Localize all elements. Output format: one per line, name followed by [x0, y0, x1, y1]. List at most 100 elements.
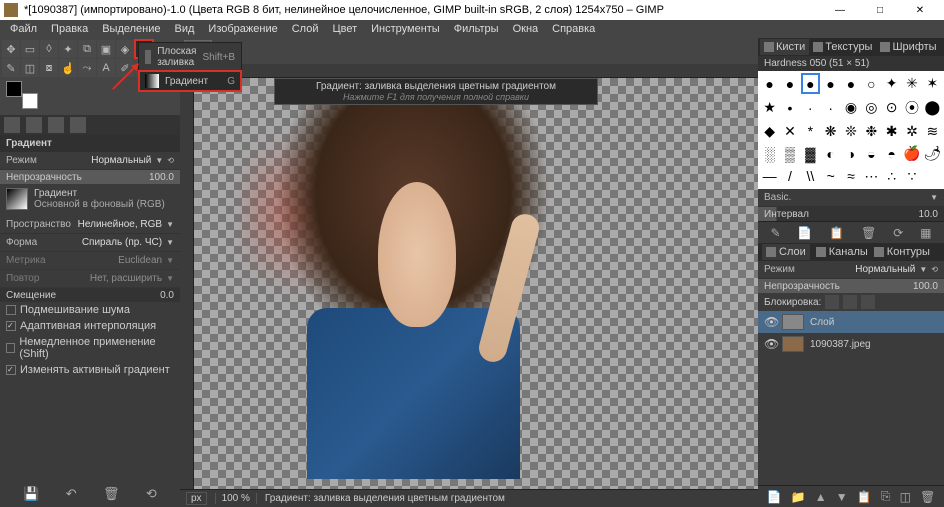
tab-paths[interactable]: Контуры — [874, 246, 930, 258]
lock-alpha-icon[interactable] — [861, 295, 875, 309]
layer-opacity-slider[interactable]: Непрозрачность 100.0 — [758, 279, 944, 293]
brush-item[interactable]: ∙ — [801, 95, 820, 119]
edit-brush-icon[interactable]: ✎ — [770, 226, 780, 240]
tool-move[interactable]: ✥ — [2, 40, 20, 58]
tool-crop[interactable]: ⧉ — [78, 40, 96, 58]
brush-item[interactable]: ✱ — [882, 121, 901, 142]
brush-item[interactable]: \\ — [801, 166, 820, 187]
layer-row[interactable]: 👁 Слой — [758, 311, 944, 333]
layer-mode-row[interactable]: Режим Нормальный ▼ ⟲ — [758, 261, 944, 279]
close-button[interactable]: ✕ — [900, 0, 940, 20]
tool-smudge[interactable]: ☝ — [59, 59, 77, 77]
brush-item[interactable]: ● — [780, 73, 799, 94]
tab-device-status[interactable] — [26, 117, 42, 133]
lower-layer-icon[interactable]: ▼ — [836, 490, 848, 504]
menu-select[interactable]: Выделение — [96, 21, 166, 37]
opacity-slider[interactable]: Непрозрачность 100.0 — [0, 170, 180, 184]
brush-item[interactable]: ⬤ — [923, 95, 942, 119]
brush-item[interactable]: 🌶 — [923, 143, 942, 164]
visibility-icon[interactable]: 👁 — [764, 315, 776, 329]
brush-item[interactable]: ✳ — [902, 73, 921, 94]
delete-brush-icon[interactable]: 🗑 — [861, 226, 876, 240]
duplicate-layer-icon[interactable]: 📋 — [857, 490, 872, 504]
menu-filters[interactable]: Фильтры — [448, 21, 505, 37]
tab-undo-history[interactable] — [48, 117, 64, 133]
menu-view[interactable]: Вид — [169, 21, 201, 37]
brush-item[interactable]: ✦ — [882, 73, 901, 94]
maximize-button[interactable]: □ — [860, 0, 900, 20]
delete-preset-icon[interactable]: 🗑 — [103, 486, 120, 502]
tab-channels[interactable]: Каналы — [816, 246, 868, 258]
foreground-color[interactable] — [6, 81, 22, 97]
brush-item[interactable]: ∵ — [902, 166, 921, 187]
spacing-slider[interactable]: Интервал 10.0 — [758, 207, 944, 221]
mask-icon[interactable]: ◫ — [900, 490, 911, 504]
tool-eraser[interactable]: ◫ — [21, 59, 39, 77]
instant-checkbox[interactable]: Немедленное применение (Shift) — [0, 334, 180, 362]
brush-item[interactable]: ◑ — [841, 143, 860, 164]
background-color[interactable] — [22, 93, 38, 109]
brush-item[interactable]: ● — [821, 73, 840, 94]
shape-row[interactable]: Форма Спираль (пр. ЧС) ▼ — [0, 234, 180, 252]
tab-images[interactable] — [70, 117, 86, 133]
brush-item[interactable]: ❊ — [841, 121, 860, 142]
tool-warp[interactable]: ◈ — [116, 40, 134, 58]
tab-fonts[interactable]: Шрифты — [876, 39, 940, 55]
brush-item[interactable]: ✲ — [902, 121, 921, 142]
brush-item[interactable]: • — [780, 95, 799, 119]
tool-text[interactable]: A — [97, 59, 115, 77]
tool-transform[interactable]: ▣ — [97, 40, 115, 58]
open-as-image-icon[interactable]: ▦ — [920, 226, 931, 240]
brush-item[interactable]: ⊙ — [882, 95, 901, 119]
brush-item[interactable]: ✕ — [780, 121, 799, 142]
repeat-row[interactable]: Повтор Нет, расширить ▼ — [0, 270, 180, 288]
brush-item[interactable]: ◉ — [841, 95, 860, 119]
tab-patterns[interactable]: Текстуры — [809, 39, 876, 55]
lock-pixels-icon[interactable] — [825, 295, 839, 309]
dither-checkbox[interactable]: Подмешивание шума — [0, 302, 180, 318]
modify-checkbox[interactable]: Изменять активный градиент — [0, 362, 180, 378]
space-row[interactable]: Пространство Нелинейное, RGB ▼ — [0, 216, 180, 234]
brush-item[interactable]: ◎ — [862, 95, 881, 119]
tool-color-picker[interactable]: ✐ — [116, 59, 134, 77]
merge-down-icon[interactable]: ⎘ — [881, 489, 891, 504]
brush-item[interactable]: 🍎 — [902, 143, 921, 164]
brush-item[interactable]: ✶ — [923, 73, 942, 94]
brush-item[interactable]: ▓ — [801, 143, 820, 164]
tab-brushes[interactable]: Кисти — [760, 39, 809, 55]
minimize-button[interactable]: — — [820, 0, 860, 20]
brush-item[interactable]: ● — [841, 73, 860, 94]
brush-item[interactable]: ∴ — [882, 166, 901, 187]
brush-item[interactable]: * — [801, 121, 820, 142]
new-group-icon[interactable]: 📁 — [791, 490, 806, 504]
layer-row[interactable]: 👁 1090387.jpeg — [758, 333, 944, 355]
brush-item[interactable]: ≋ — [923, 121, 942, 142]
brush-item[interactable]: · — [821, 95, 840, 119]
brush-item[interactable]: ◆ — [760, 121, 779, 142]
tool-fuzzy-select[interactable]: ✦ — [59, 40, 77, 58]
lock-position-icon[interactable] — [843, 295, 857, 309]
brush-item[interactable]: ❋ — [821, 121, 840, 142]
brush-item[interactable]: ◓ — [882, 143, 901, 164]
offset-slider[interactable]: Смещение 0.0 — [0, 288, 180, 302]
canvas[interactable]: Градиент: заливка выделения цветным град… — [194, 78, 758, 489]
brush-item[interactable]: ★ — [760, 95, 779, 119]
brush-item[interactable]: ● — [760, 73, 779, 94]
menu-item-bucket-fill[interactable]: Плоская заливка Shift+B — [139, 43, 241, 71]
zoom-dropdown[interactable]: 100 % — [215, 493, 257, 504]
brush-item[interactable]: ◒ — [862, 143, 881, 164]
new-layer-icon[interactable]: 📄 — [767, 490, 782, 504]
mode-row[interactable]: Режим Нормальный ▼ ⟲ — [0, 152, 180, 170]
brush-item[interactable]: ○ — [862, 73, 881, 94]
delete-layer-icon[interactable]: 🗑 — [920, 490, 935, 504]
brush-item[interactable]: ≈ — [841, 166, 860, 187]
brush-item[interactable]: ~ — [821, 166, 840, 187]
brush-item[interactable]: ● — [801, 73, 820, 94]
brush-item[interactable]: ❉ — [862, 121, 881, 142]
adaptive-checkbox[interactable]: Адаптивная интерполяция — [0, 318, 180, 334]
new-brush-icon[interactable]: 📄 — [797, 226, 812, 240]
brush-item[interactable]: ▒ — [780, 143, 799, 164]
menu-help[interactable]: Справка — [546, 21, 601, 37]
brush-preset-dropdown[interactable]: Basic. ▼ — [758, 189, 944, 207]
brush-item[interactable]: ⦿ — [902, 95, 921, 119]
